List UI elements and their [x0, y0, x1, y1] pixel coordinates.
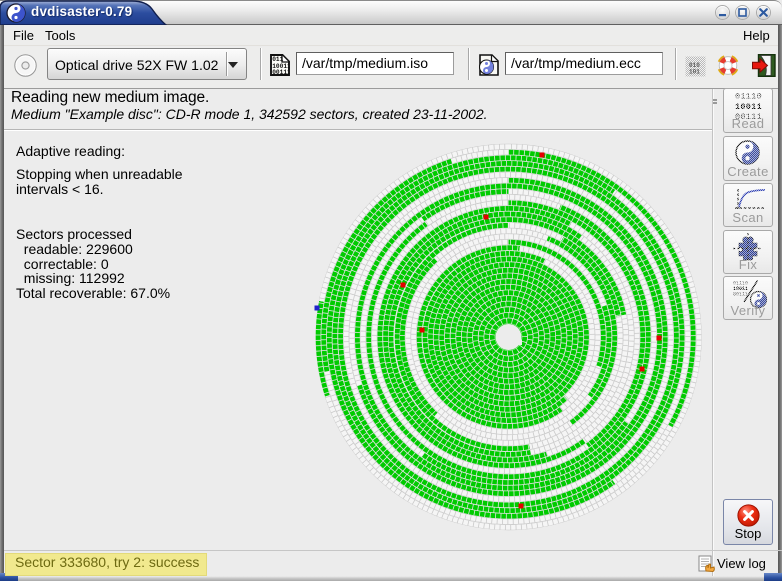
svg-text:00111: 00111 — [733, 292, 748, 298]
svg-text:01110: 01110 — [735, 92, 762, 102]
svg-text:10011: 10011 — [735, 102, 762, 112]
